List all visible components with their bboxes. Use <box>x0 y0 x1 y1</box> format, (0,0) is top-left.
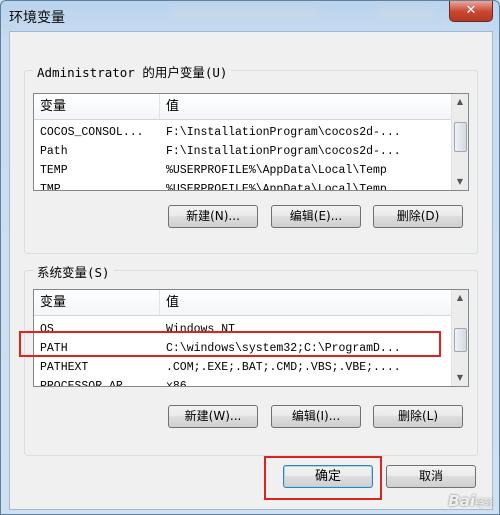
var-value: .COM;.EXE;.BAT;.CMD;.VBS;.VBE;.... <box>166 361 401 374</box>
watermark-text: Bai <box>448 492 475 510</box>
var-name: PATHEXT <box>40 361 89 374</box>
user-vars-header: 变量 值 <box>34 94 452 120</box>
column-header-value[interactable]: 值 <box>160 94 452 119</box>
watermark-sub: 经验 <box>474 499 493 509</box>
user-vars-list[interactable]: 变量 值 COCOS_CONSOL... F:\InstallationProgr… <box>33 93 469 191</box>
list-item[interactable]: TEMP %USERPROFILE%\AppData\Local\Temp <box>34 161 452 180</box>
cancel-button[interactable]: 取消 <box>386 465 476 488</box>
vertical-scrollbar[interactable]: ▲ ▼ <box>451 290 468 386</box>
list-item[interactable]: Path F:\InstallationProgram\cocos2d-... <box>34 142 452 161</box>
user-vars-group: Administrator 的用户变量(U) 变量 值 COCOS_CONSOL… <box>24 62 478 254</box>
column-header-value[interactable]: 值 <box>160 290 452 315</box>
scroll-down-icon[interactable]: ▼ <box>452 370 468 386</box>
env-vars-dialog: 环境变量 ✕ Administrator 的用户变量(U) 变量 值 COCOS… <box>0 0 500 515</box>
blurred-region <box>376 7 436 21</box>
list-item[interactable]: PROCESSOR_AR... x86 <box>34 377 452 387</box>
highlight-box-path <box>19 331 441 357</box>
var-value: x86 <box>166 380 187 387</box>
system-vars-group: 系统变量(S) 变量 值 OS Windows_NT PATH C:\windows… <box>24 262 478 456</box>
column-header-name[interactable]: 变量 <box>34 290 160 315</box>
var-name: TEMP <box>40 164 68 177</box>
var-value: F:\InstallationProgram\cocos2d-... <box>166 126 401 139</box>
var-value: %USERPROFILE%\AppData\Local\Temp <box>166 183 387 191</box>
system-vars-header: 变量 值 <box>34 290 452 316</box>
var-name: TMP <box>40 183 61 191</box>
title-bar[interactable]: 环境变量 ✕ <box>1 1 499 29</box>
close-button[interactable]: ✕ <box>449 1 493 22</box>
system-vars-group-label: 系统变量(S) <box>33 262 114 281</box>
list-item[interactable]: TMP %USERPROFILE%\AppData\Local\Temp <box>34 180 452 191</box>
column-header-name[interactable]: 变量 <box>34 94 160 119</box>
var-value: F:\InstallationProgram\cocos2d-... <box>166 145 401 158</box>
var-name: COCOS_CONSOL... <box>40 126 144 139</box>
watermark: Bai经验 <box>448 492 493 510</box>
system-delete-button[interactable]: 删除(L) <box>373 405 463 428</box>
user-delete-button[interactable]: 删除(D) <box>373 205 463 228</box>
var-value: %USERPROFILE%\AppData\Local\Temp <box>166 164 387 177</box>
vertical-scrollbar[interactable]: ▲ ▼ <box>451 94 468 190</box>
scroll-thumb[interactable] <box>454 122 467 152</box>
var-name: PROCESSOR_AR... <box>40 380 144 387</box>
scroll-thumb[interactable] <box>454 328 467 352</box>
close-icon: ✕ <box>465 3 477 18</box>
system-new-button[interactable]: 新建(W)... <box>168 405 258 428</box>
scroll-down-icon[interactable]: ▼ <box>452 174 468 190</box>
user-edit-button[interactable]: 编辑(E)... <box>271 205 361 228</box>
var-name: Path <box>40 145 68 158</box>
scroll-up-icon[interactable]: ▲ <box>452 290 468 306</box>
user-vars-group-label: Administrator 的用户变量(U) <box>33 62 232 81</box>
blurred-region <box>171 7 321 21</box>
scroll-up-icon[interactable]: ▲ <box>452 94 468 110</box>
highlight-box-ok <box>264 456 382 500</box>
dialog-client-area: Administrator 的用户变量(U) 变量 值 COCOS_CONSOL… <box>9 31 493 510</box>
window-title: 环境变量 <box>9 10 65 26</box>
system-edit-button[interactable]: 编辑(I)... <box>271 405 361 428</box>
list-item[interactable]: PATHEXT .COM;.EXE;.BAT;.CMD;.VBS;.VBE;...… <box>34 358 452 377</box>
user-new-button[interactable]: 新建(N)... <box>168 205 258 228</box>
list-item[interactable]: COCOS_CONSOL... F:\InstallationProgram\co… <box>34 123 452 142</box>
